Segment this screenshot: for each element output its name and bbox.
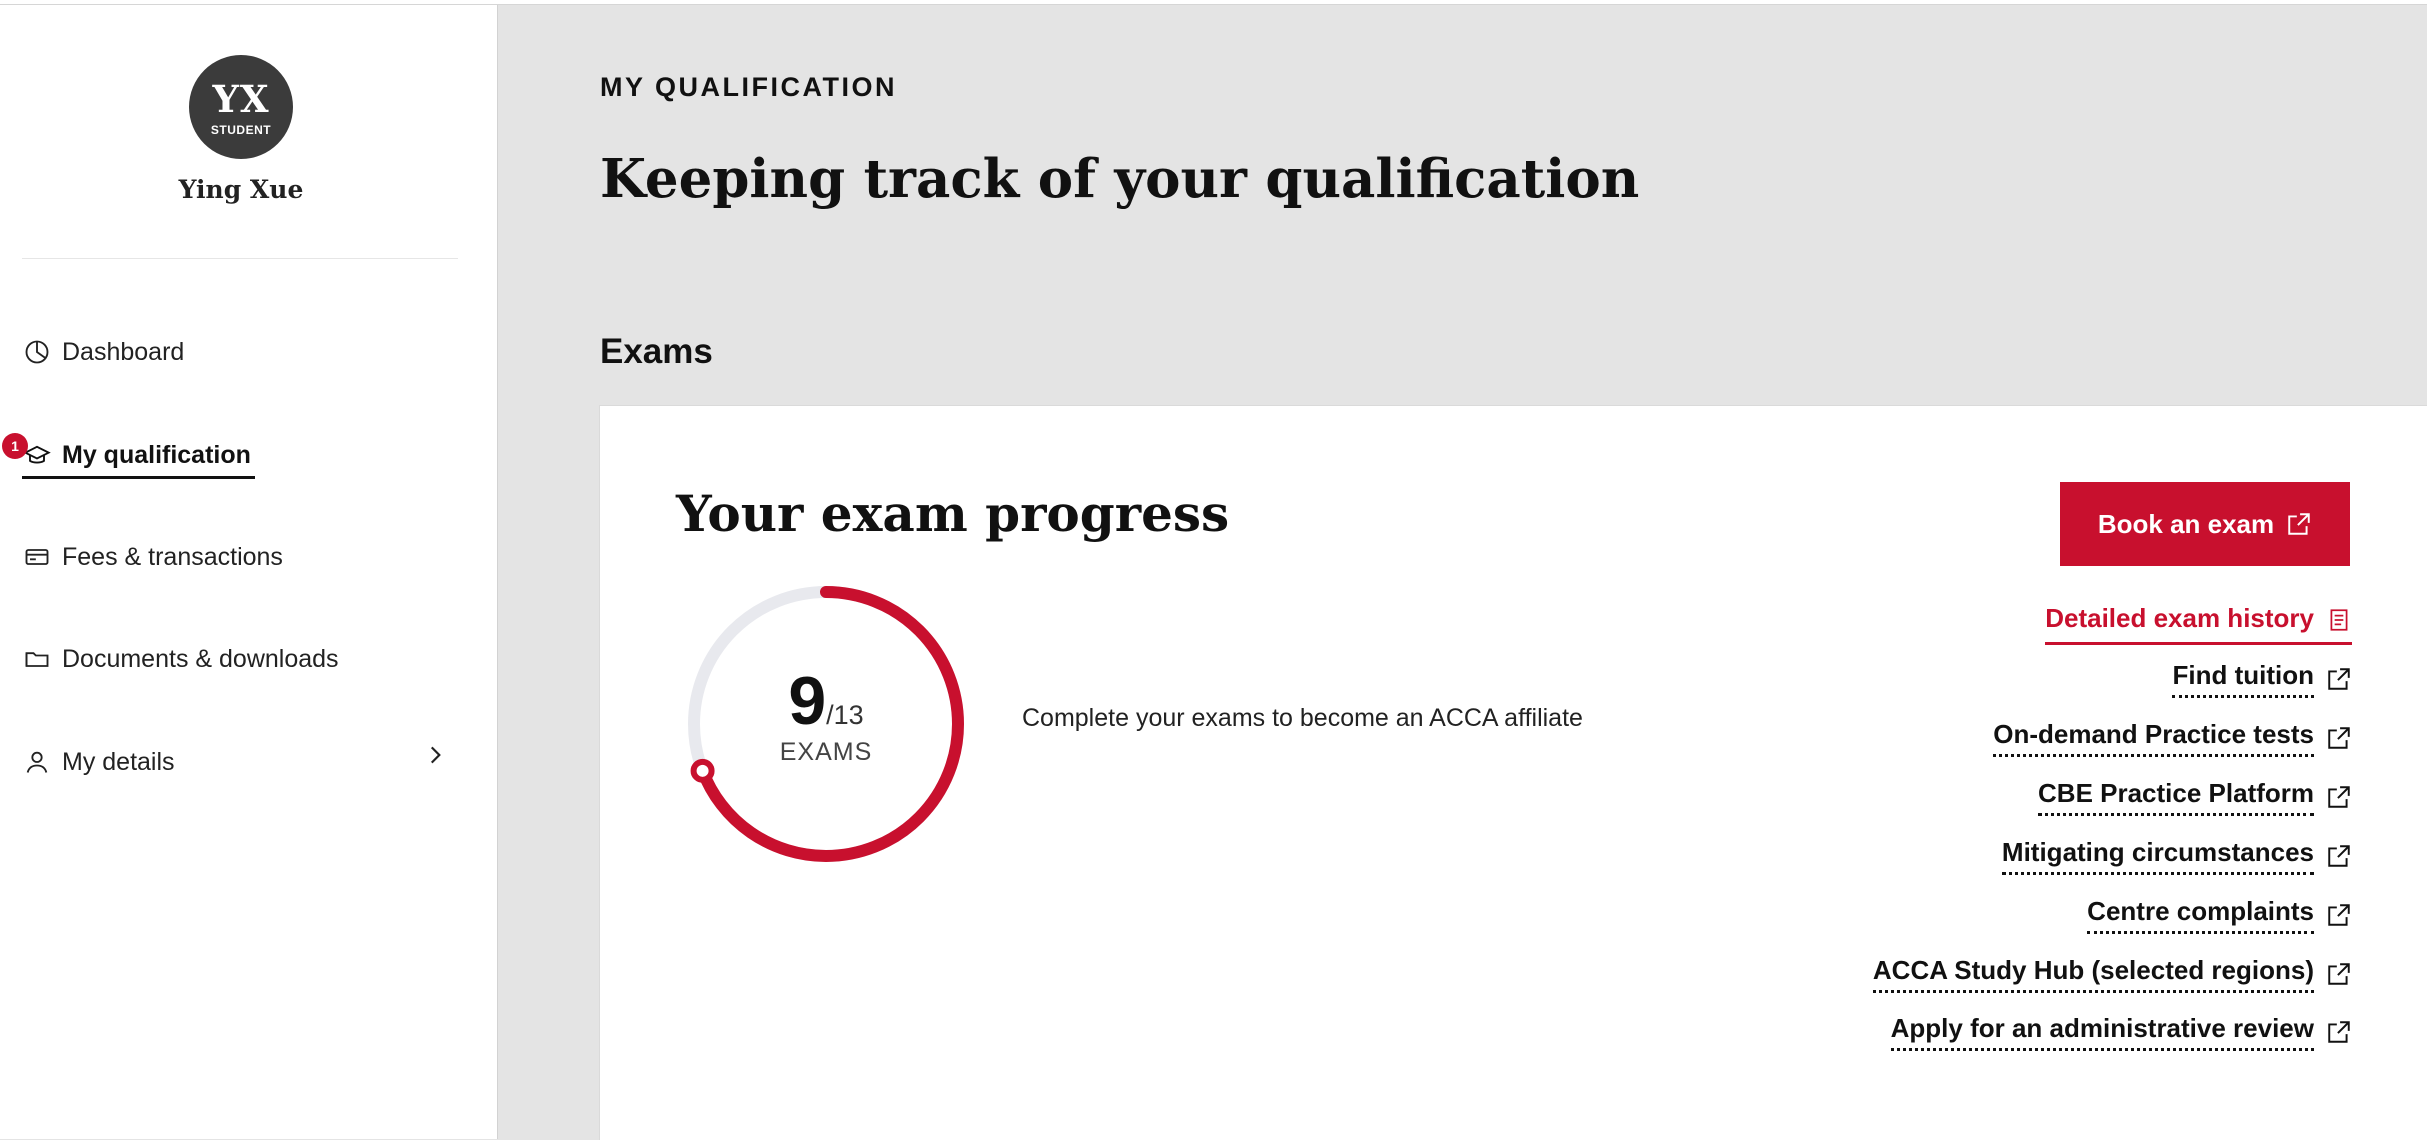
sidebar-item-fees-transactions[interactable]: Fees & transactions <box>22 537 283 577</box>
centre-complaints-link[interactable]: Centre complaints <box>2087 896 2352 934</box>
link-label: On-demand Practice tests <box>1993 719 2314 757</box>
credit-card-icon <box>22 542 52 572</box>
administrative-review-link[interactable]: Apply for an administrative review <box>1890 1013 2352 1051</box>
external-link-icon <box>2326 961 2352 987</box>
external-link-icon <box>2326 666 2352 692</box>
card-title: Your exam progress <box>676 484 1230 543</box>
find-tuition-link[interactable]: Find tuition <box>2172 660 2352 698</box>
folder-icon <box>22 644 52 674</box>
avatar[interactable]: YX STUDENT <box>189 55 293 159</box>
sidebar-item-documents-downloads[interactable]: Documents & downloads <box>22 639 339 679</box>
user-icon <box>22 747 52 777</box>
external-link-icon <box>2326 784 2352 810</box>
user-name: Ying Xue <box>178 175 304 204</box>
link-label: CBE Practice Platform <box>2038 778 2314 816</box>
notification-badge: 1 <box>2 433 28 459</box>
external-link-icon <box>2286 511 2312 537</box>
page-title: Keeping track of your qualification <box>600 148 1640 210</box>
active-indicator <box>22 476 255 479</box>
sidebar-item-label: Dashboard <box>62 337 185 366</box>
link-label: Mitigating circumstances <box>2001 837 2314 875</box>
sidebar-divider <box>22 258 458 259</box>
pie-chart-icon <box>22 337 52 367</box>
chevron-right-icon[interactable] <box>415 735 455 775</box>
cbe-practice-platform-link[interactable]: CBE Practice Platform <box>2038 778 2352 816</box>
sidebar-item-label: Documents & downloads <box>62 644 339 673</box>
mitigating-circumstances-link[interactable]: Mitigating circumstances <box>2001 837 2352 875</box>
book-exam-label: Book an exam <box>2097 508 2275 539</box>
external-link-icon <box>2326 1019 2352 1045</box>
document-icon <box>2326 607 2352 633</box>
exams-completed: 9 <box>788 663 827 739</box>
progress-count: 9/13 <box>676 662 976 740</box>
sidebar-item-label: My qualification <box>62 440 251 469</box>
avatar-role-label: STUDENT <box>210 123 272 137</box>
exams-total: /13 <box>826 700 864 730</box>
page-eyebrow: MY QUALIFICATION <box>600 72 897 102</box>
link-label: Detailed exam history <box>2045 602 2314 633</box>
sidebar-item-dashboard[interactable]: Dashboard <box>22 332 184 372</box>
book-exam-button[interactable]: Book an exam <box>2060 482 2350 566</box>
sidebar-item-my-details[interactable]: My details <box>22 742 175 782</box>
sidebar: YX STUDENT Ying Xue Dashboard 1 My quali… <box>0 5 498 1139</box>
progress-note: Complete your exams to become an ACCA af… <box>1022 704 1583 732</box>
sidebar-item-label: Fees & transactions <box>62 542 283 571</box>
detailed-exam-history-link[interactable]: Detailed exam history <box>2045 601 2352 645</box>
link-label: ACCA Study Hub (selected regions) <box>1872 955 2314 993</box>
exam-progress-card: Your exam progress 9/13 EXAMS Complete y… <box>599 405 2427 1140</box>
link-label: Centre complaints <box>2087 896 2314 934</box>
external-link-icon <box>2326 902 2352 928</box>
sidebar-item-my-qualification[interactable]: 1 My qualification <box>2 433 255 479</box>
link-label: Find tuition <box>2172 660 2314 698</box>
avatar-initials: YX <box>212 77 270 121</box>
external-link-icon <box>2326 843 2352 869</box>
on-demand-practice-tests-link[interactable]: On-demand Practice tests <box>1993 719 2352 757</box>
acca-study-hub-link[interactable]: ACCA Study Hub (selected regions) <box>1872 955 2352 993</box>
external-link-icon <box>2326 725 2352 751</box>
progress-unit: EXAMS <box>779 738 873 766</box>
sidebar-item-label: My details <box>62 747 175 776</box>
link-label: Apply for an administrative review <box>1890 1013 2314 1051</box>
exams-section-title: Exams <box>600 332 713 371</box>
